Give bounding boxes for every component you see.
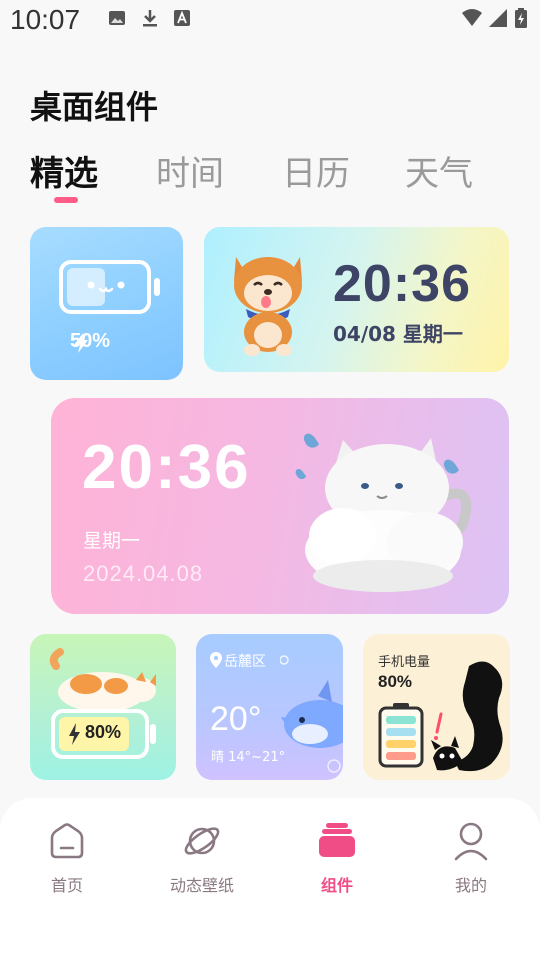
cellular-icon: [489, 9, 507, 27]
wifi-icon: [462, 9, 482, 26]
tab-indicator: [54, 197, 78, 203]
phone-battery-percent: 80%: [378, 672, 413, 691]
black-cat-illustration: [431, 661, 503, 772]
widgets-icon: [319, 823, 355, 857]
weather-location: 岳麓区: [224, 654, 266, 670]
location-pin-icon: [210, 652, 222, 668]
nav-live-wallpaper-label: 动态壁纸: [169, 876, 234, 895]
status-time: 10:07: [10, 4, 81, 35]
sleeping-cat-battery-widget[interactable]: [30, 634, 176, 780]
weather-temperature: 20°: [210, 700, 262, 738]
status-bar: 10:07: [0, 0, 540, 44]
cat-clock-date: 2024.04.08: [83, 561, 204, 586]
cloud-cat-illustration: [295, 433, 471, 592]
tab-weather[interactable]: 天气: [405, 146, 473, 195]
planet-icon: [184, 827, 220, 855]
profile-icon: [454, 822, 488, 861]
cat-clock-time: 20:36: [82, 433, 251, 502]
tab-time[interactable]: 时间: [156, 146, 224, 195]
nav-widgets-label: 组件: [320, 876, 353, 895]
dolphin-illustration: [280, 655, 343, 773]
battery-level-icon: [378, 703, 424, 768]
shiba-dog-illustration: [234, 257, 302, 356]
download-icon: [143, 10, 157, 27]
dog-clock-time: 20:36: [333, 255, 471, 313]
image-icon: [109, 11, 125, 25]
nav-profile-label: 我的: [454, 876, 487, 895]
tab-featured[interactable]: 精选: [30, 146, 98, 195]
category-tabs: 精选 时间 日历 天气: [0, 140, 540, 210]
weather-detail: 晴 14°~21°: [211, 750, 286, 765]
tab-calendar[interactable]: 日历: [282, 146, 350, 195]
battery-face-icon: [59, 260, 160, 314]
phone-battery-label: 手机电量: [378, 655, 431, 670]
home-icon: [50, 823, 84, 859]
battery-widget[interactable]: [30, 227, 183, 380]
page-title: 桌面组件: [30, 88, 159, 126]
sleeping-cat-battery-percent: 80%: [85, 722, 122, 742]
nav-home-label: 首页: [50, 876, 83, 895]
battery-percent: 50%: [70, 330, 111, 352]
battery-charging-icon: [515, 8, 527, 28]
dog-clock-date: 04/08 星期一: [333, 322, 463, 346]
text-a-icon: [174, 10, 190, 26]
cat-clock-weekday: 星期一: [83, 530, 141, 552]
